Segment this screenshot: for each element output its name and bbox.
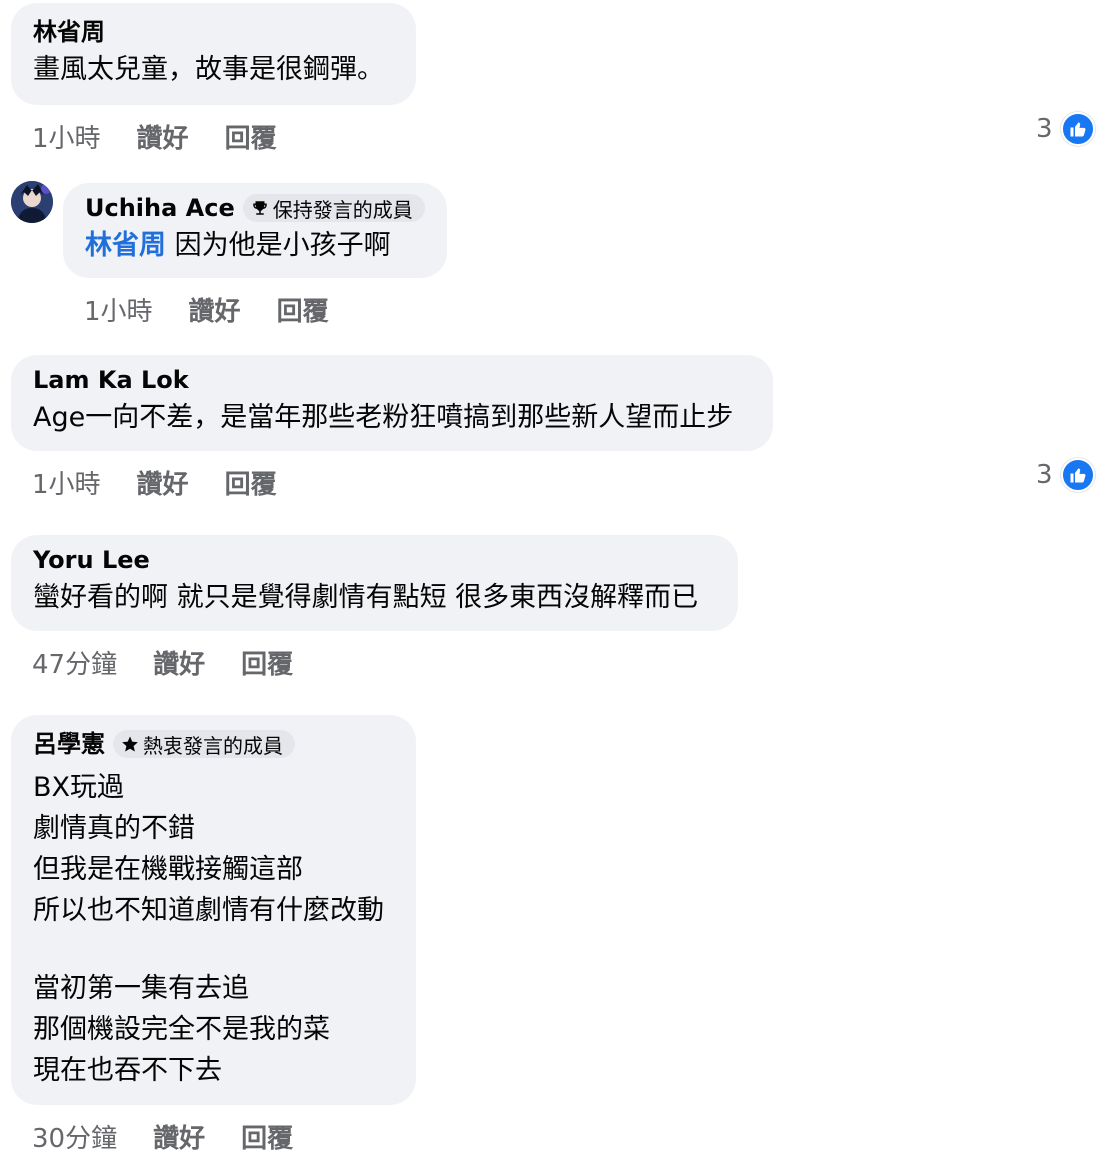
reply-button[interactable]: 回覆 [277, 291, 329, 328]
thumbs-up-icon [1060, 112, 1095, 146]
comment-timestamp[interactable]: 1小時 [32, 118, 101, 155]
comment-text: 林省周 因为他是小孩子啊 [85, 225, 425, 266]
comment-actions: 30分鐘 讚好 回覆 [32, 1118, 293, 1154]
mention-link[interactable]: 林省周 [85, 230, 166, 261]
like-button[interactable]: 讚好 [137, 464, 189, 501]
comment-text-line: 但我是在機戰接觸這部 [33, 854, 303, 885]
comment-text-line: 現在也吞不下去 [33, 1055, 222, 1086]
trophy-icon [253, 201, 267, 215]
comment-text-line: 劇情真的不錯 [33, 813, 195, 844]
comment-timestamp[interactable]: 47分鐘 [32, 644, 117, 681]
reaction-summary[interactable]: 3 [1036, 112, 1095, 146]
reply-button[interactable]: 回覆 [241, 1118, 293, 1155]
comment-author[interactable]: Lam Ka Lok [33, 365, 751, 395]
thumbs-up-icon [1060, 458, 1095, 492]
comment-text-line: 所以也不知道劇情有什麼改動 [33, 895, 384, 926]
comment-actions: 1小時 讚好 回覆 [32, 118, 277, 154]
star-icon [122, 736, 138, 752]
comment-author[interactable]: 呂學憲 [33, 729, 105, 759]
comment-text-line: 那個機設完全不是我的菜 [33, 1014, 330, 1045]
member-badge[interactable]: 保持發言的成員 [242, 194, 425, 222]
comment-actions: 47分鐘 讚好 回覆 [32, 644, 293, 680]
comment-actions: 1小時 讚好 回覆 [84, 291, 329, 327]
like-button[interactable]: 讚好 [137, 118, 189, 155]
comment-bubble: 林省周 畫風太兒童，故事是很鋼彈。 [11, 3, 416, 105]
badge-label: 熱衷發言的成員 [143, 733, 283, 758]
comment-bubble: Yoru Lee 蠻好看的啊 就只是覺得劇情有點短 很多東西沒解釋而已 [11, 535, 738, 631]
like-button[interactable]: 讚好 [189, 291, 241, 328]
badge-label: 保持發言的成員 [272, 197, 413, 222]
comment-text-line: 當初第一集有去追 [33, 973, 249, 1004]
reply-button[interactable]: 回覆 [225, 464, 277, 501]
comment-text: Age一向不差，是當年那些老粉狂噴搞到那些新人望而止步 [33, 402, 734, 433]
member-badge[interactable]: 熱衷發言的成員 [113, 730, 295, 758]
comment-text-line: BX玩過 [33, 772, 125, 803]
comment-bubble: Uchiha Ace 保持發言的成員 林省周 因为他是小孩子啊 [63, 183, 447, 278]
like-button[interactable]: 讚好 [153, 644, 205, 681]
avatar[interactable] [11, 181, 53, 223]
comment-text-line [33, 931, 394, 968]
reply-button[interactable]: 回覆 [225, 118, 277, 155]
comment-author[interactable]: Uchiha Ace [85, 193, 235, 223]
comment-timestamp[interactable]: 1小時 [32, 464, 101, 501]
comment-bubble: 呂學憲 熱衷發言的成員 BX玩過 劇情真的不錯 但我是在機戰接觸這部 所以也不知… [11, 715, 416, 1105]
comment-text-body: 因为他是小孩子啊 [166, 230, 391, 261]
comment-timestamp[interactable]: 30分鐘 [32, 1118, 117, 1155]
comment-timestamp[interactable]: 1小時 [84, 291, 153, 328]
comment-text: 蠻好看的啊 就只是覺得劇情有點短 很多東西沒解釋而已 [33, 582, 699, 613]
reaction-count: 3 [1036, 460, 1053, 490]
comment-author[interactable]: Yoru Lee [33, 545, 716, 575]
like-button[interactable]: 讚好 [153, 1118, 205, 1155]
reply-button[interactable]: 回覆 [241, 644, 293, 681]
reaction-count: 3 [1036, 114, 1053, 144]
comment-author[interactable]: 林省周 [33, 17, 394, 47]
comment-bubble: Lam Ka Lok Age一向不差，是當年那些老粉狂噴搞到那些新人望而止步 [11, 355, 773, 451]
comment-actions: 1小時 讚好 回覆 [32, 464, 277, 500]
reaction-summary[interactable]: 3 [1036, 458, 1095, 492]
comment-text: 畫風太兒童，故事是很鋼彈。 [33, 54, 384, 85]
